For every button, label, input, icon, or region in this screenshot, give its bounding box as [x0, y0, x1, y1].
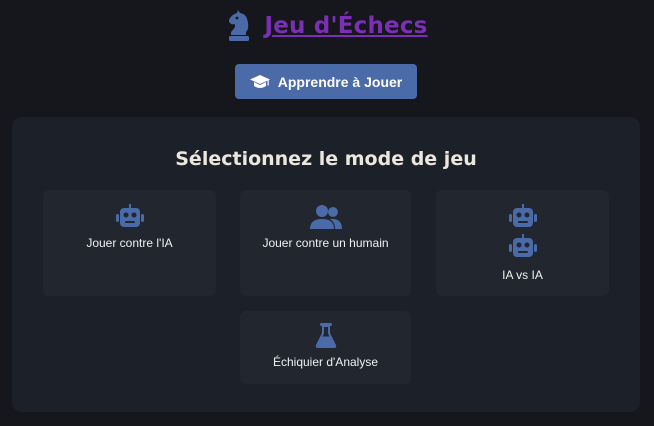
mode-label-ai-vs-ai: IA vs IA: [502, 268, 543, 282]
mode-card-ai-vs-ai[interactable]: IA vs IA: [436, 190, 609, 296]
users-icon: [309, 205, 342, 229]
mode-label-analysis-board: Échiquier d'Analyse: [272, 355, 379, 369]
mode-card-analysis-board[interactable]: Échiquier d'Analyse: [240, 311, 411, 384]
panel-title: Sélectionnez le mode de jeu: [175, 148, 477, 170]
mode-card-vs-ai[interactable]: Jouer contre l'IA: [43, 190, 216, 296]
robot-icon: [508, 234, 537, 257]
page: Jeu d'Échecs Apprendre à Jouer Sélection…: [0, 0, 654, 426]
robot-icon: [508, 204, 537, 227]
chess-knight-icon: [229, 10, 250, 41]
app-title-link[interactable]: Jeu d'Échecs: [264, 13, 427, 39]
mode-label-vs-human: Jouer contre un humain: [262, 236, 389, 250]
game-mode-panel: Sélectionnez le mode de jeu Jouer contre…: [12, 117, 640, 412]
graduation-cap-icon: [249, 74, 270, 88]
flask-icon: [315, 323, 336, 348]
learn-to-play-label: Apprendre à Jouer: [277, 73, 403, 90]
robot-icon: [115, 204, 144, 227]
header: Jeu d'Échecs: [0, 10, 654, 42]
mode-card-vs-human[interactable]: Jouer contre un humain: [240, 190, 411, 296]
mode-label-vs-ai: Jouer contre l'IA: [86, 236, 173, 250]
learn-to-play-button[interactable]: Apprendre à Jouer: [235, 64, 417, 99]
